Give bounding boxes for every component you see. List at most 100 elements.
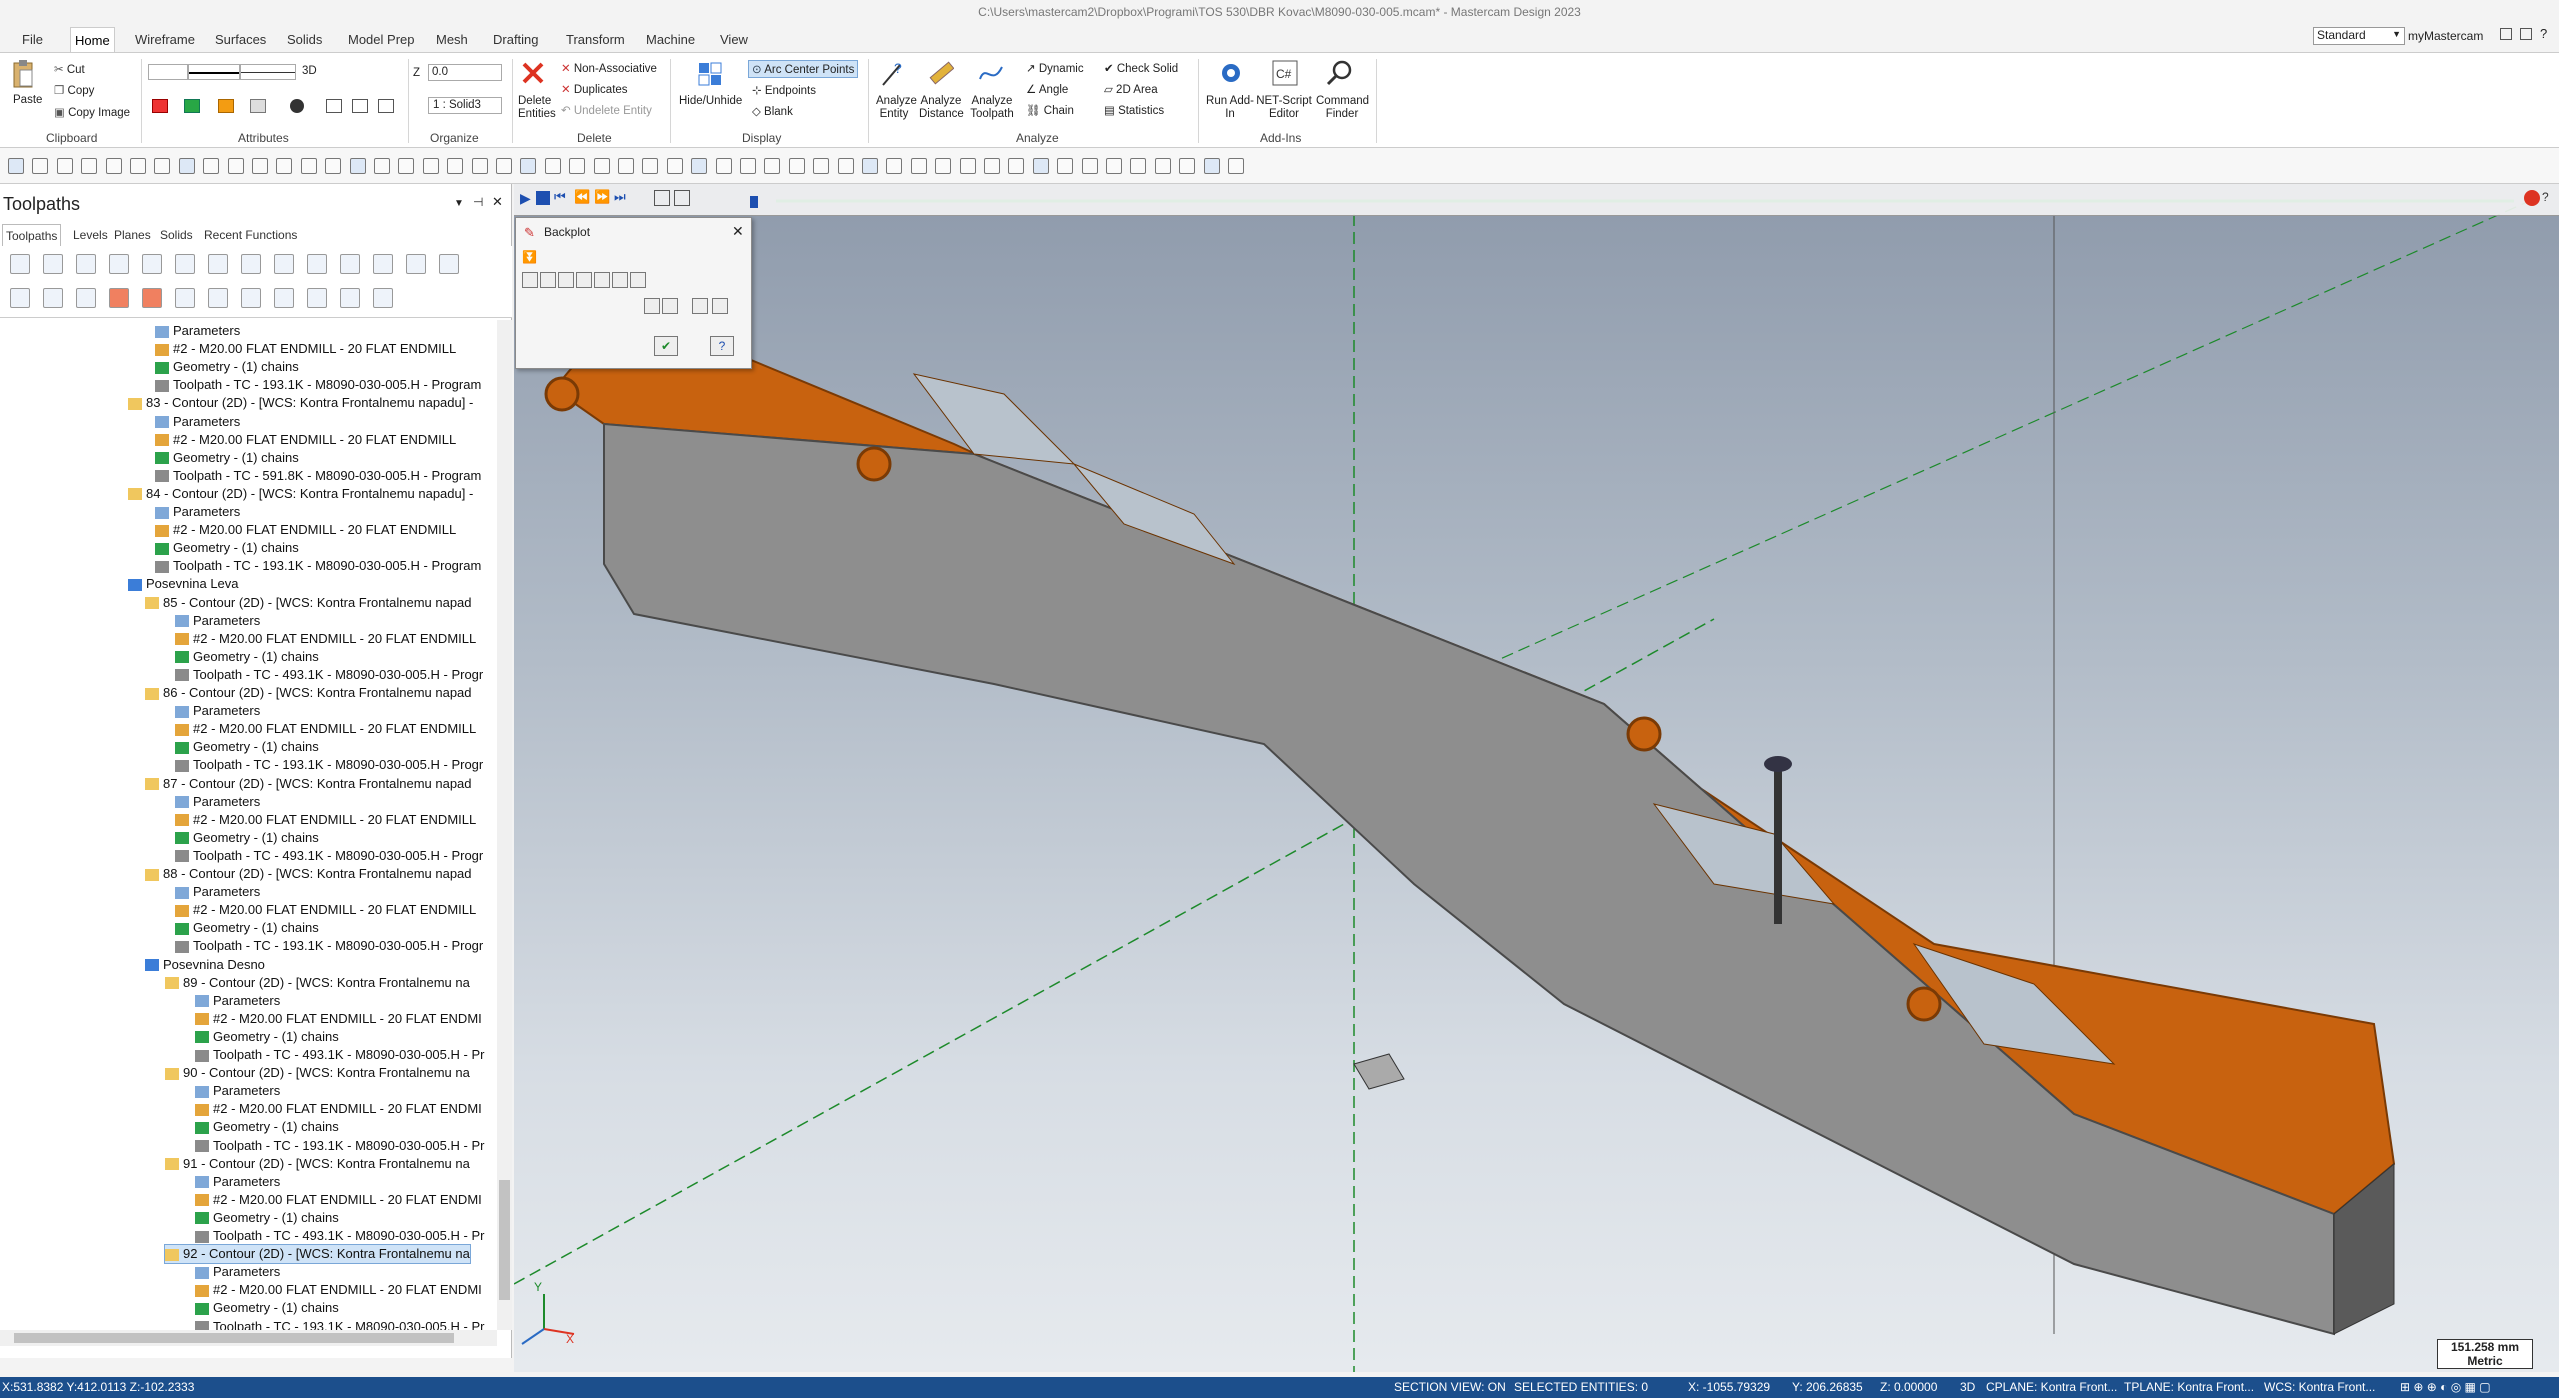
non-associative-button[interactable]: ✕ Non-Associative xyxy=(561,61,657,75)
expand-icon[interactable]: ⏬ xyxy=(522,250,537,264)
dropper-icon[interactable] xyxy=(378,99,394,113)
g1-icon[interactable] xyxy=(274,254,294,274)
spline-icon[interactable] xyxy=(325,158,342,174)
tree-item[interactable]: Parameters xyxy=(175,612,260,630)
display-entity-icon[interactable] xyxy=(594,272,610,288)
tab-solids[interactable]: Solids xyxy=(157,224,196,246)
arc-center-points-toggle[interactable]: ⊙ Arc Center Points xyxy=(748,60,859,78)
run-add-in-button[interactable]: Run Add-In xyxy=(1206,95,1254,121)
loft-icon[interactable] xyxy=(715,158,732,174)
tree-item[interactable]: Toolpath - TC - 493.1K - M8090-030-005.H… xyxy=(175,847,483,865)
tree-item[interactable]: Toolpath - TC - 193.1K - M8090-030-005.H… xyxy=(195,1137,484,1155)
display-holder-icon[interactable] xyxy=(558,272,574,288)
tree-item[interactable]: Toolpath - TC - 193.1K - M8090-030-005.H… xyxy=(155,376,481,394)
display-endpoints-icon[interactable] xyxy=(612,272,628,288)
tree-item[interactable]: Parameters xyxy=(155,503,240,521)
help-button[interactable]: ? xyxy=(710,336,734,356)
tree-horizontal-scrollbar[interactable] xyxy=(0,1330,497,1346)
duplicates-button[interactable]: ✕ Duplicates xyxy=(561,82,628,96)
help-icon[interactable] xyxy=(439,254,459,274)
display-mode-icon[interactable] xyxy=(522,272,538,288)
tree-item[interactable]: Parameters xyxy=(175,793,260,811)
analyze-distance-button[interactable]: Analyze Distance xyxy=(919,95,964,121)
tree-item[interactable]: #2 - M20.00 FLAT ENDMILL - 20 FLAT ENDMI xyxy=(195,1281,482,1299)
tree-item[interactable]: Parameters xyxy=(155,413,240,431)
toolpath-tree[interactable]: Parameters #2 - M20.00 FLAT ENDMILL - 20 … xyxy=(0,320,497,1330)
regenerate-dirty-icon[interactable] xyxy=(109,254,129,274)
tree-item[interactable]: Geometry - (1) chains xyxy=(195,1299,339,1317)
tree-item[interactable]: Geometry - (1) chains xyxy=(195,1118,339,1136)
tree-item[interactable]: #2 - M20.00 FLAT ENDMILL - 20 FLAT ENDMI xyxy=(195,1010,482,1028)
toolpath-operation[interactable]: 83 - Contour (2D) - [WCS: Kontra Frontal… xyxy=(128,394,473,412)
lock-icon[interactable] xyxy=(340,254,360,274)
move-down-icon[interactable] xyxy=(109,288,129,308)
tab-planes[interactable]: Planes xyxy=(111,224,154,246)
tree-item[interactable]: Geometry - (1) chains xyxy=(155,449,299,467)
chamfer-solid-icon[interactable] xyxy=(837,158,854,174)
feedback-icon[interactable] xyxy=(2500,28,2512,40)
mymastercam-link[interactable]: myMastercam xyxy=(2408,29,2483,43)
tree-item[interactable]: Parameters xyxy=(175,883,260,901)
point-color-icon[interactable] xyxy=(152,99,168,113)
translate-icon[interactable] xyxy=(520,158,537,174)
toolpath-operation[interactable]: 89 - Contour (2D) - [WCS: Kontra Frontal… xyxy=(165,974,470,992)
tree-item[interactable]: Geometry - (1) chains xyxy=(175,738,319,756)
post-icon[interactable] xyxy=(241,254,261,274)
copy-image-button[interactable]: ▣ Copy Image xyxy=(54,105,130,119)
backplot-icon[interactable] xyxy=(142,254,162,274)
wcs-indicator[interactable]: WCS: Kontra Front... xyxy=(2264,1377,2375,1398)
2d-area-button[interactable]: ▱ 2D Area xyxy=(1104,82,1158,96)
polygon-icon[interactable] xyxy=(300,158,317,174)
close-icon[interactable]: ✕ xyxy=(492,194,503,210)
view-mode[interactable]: 3D xyxy=(1960,1377,1975,1398)
tree-item[interactable]: #2 - M20.00 FLAT ENDMILL - 20 FLAT ENDMI… xyxy=(155,431,456,449)
tree-item[interactable]: Geometry - (1) chains xyxy=(175,648,319,666)
undelete-entity-button[interactable]: ↶ Undelete Entity xyxy=(561,103,652,117)
help-icon[interactable]: ? xyxy=(2540,26,2547,41)
tree-item[interactable]: #2 - M20.00 FLAT ENDMILL - 20 FLAT ENDMI… xyxy=(155,521,456,539)
mirror-icon[interactable] xyxy=(447,158,464,174)
dynamic-button[interactable]: ↗ Dynamic xyxy=(1026,61,1084,75)
ok-button[interactable]: ✔ xyxy=(654,336,678,356)
toolpath-operation[interactable]: 90 - Contour (2D) - [WCS: Kontra Frontal… xyxy=(165,1064,470,1082)
print-icon[interactable] xyxy=(81,158,98,174)
copy-button[interactable]: ❐ Copy xyxy=(54,83,94,97)
tree-item[interactable]: Parameters xyxy=(195,992,280,1010)
level-dropdown[interactable]: 1 : Solid3 xyxy=(428,97,502,114)
toolpath-group[interactable]: Posevnina Leva xyxy=(128,575,239,593)
boolean-icon[interactable] xyxy=(764,158,781,174)
tab-transform[interactable]: Transform xyxy=(562,27,629,52)
view-cube-icon[interactable]: ⊞ ⊕ ⊕ ◐ ◎ ▦ ▢ xyxy=(2400,1377,2491,1398)
ribbon-options-icon[interactable] xyxy=(2520,28,2532,40)
forward-icon[interactable]: ⏩ xyxy=(594,189,610,205)
break-icon[interactable] xyxy=(569,158,586,174)
rewind-icon[interactable]: ⏪ xyxy=(574,189,590,205)
stop-icon[interactable] xyxy=(536,191,550,205)
z-coordinate[interactable]: Z: 0.00000 xyxy=(1880,1377,1937,1398)
toolpath-operation[interactable]: 84 - Contour (2D) - [WCS: Kontra Frontal… xyxy=(128,485,473,503)
paste-button[interactable]: Paste xyxy=(13,94,42,106)
step-forward-icon[interactable]: ⏭ xyxy=(614,189,626,205)
view-icon[interactable] xyxy=(340,288,360,308)
line-icon[interactable] xyxy=(227,158,244,174)
scroll-thumb[interactable] xyxy=(499,1180,510,1300)
tab-toolpaths[interactable]: Toolpaths xyxy=(2,224,62,246)
save-icon[interactable] xyxy=(712,298,728,314)
ghost-icon[interactable] xyxy=(76,288,96,308)
trace-icon[interactable] xyxy=(662,298,678,314)
chevron-down-icon[interactable]: ▼ xyxy=(454,198,464,209)
point-icon[interactable] xyxy=(203,158,220,174)
tree-item[interactable]: Parameters xyxy=(195,1173,280,1191)
circle-icon[interactable] xyxy=(276,158,293,174)
undo-icon[interactable] xyxy=(154,158,171,174)
statistics-button[interactable]: ▤ Statistics xyxy=(1104,103,1164,117)
tree-item[interactable]: #2 - M20.00 FLAT ENDMILL - 20 FLAT ENDMI… xyxy=(175,811,476,829)
tree-item[interactable]: #2 - M20.00 FLAT ENDMILL - 20 FLAT ENDMI… xyxy=(155,340,456,358)
select-arrow-icon[interactable] xyxy=(241,288,261,308)
delete-entities-button[interactable]: Delete Entities xyxy=(518,95,556,121)
rotate-icon[interactable] xyxy=(471,158,488,174)
tree-item[interactable]: Geometry - (1) chains xyxy=(175,919,319,937)
trim-icon[interactable] xyxy=(349,158,366,174)
sphere-icon[interactable] xyxy=(290,99,304,113)
tab-home[interactable]: Home xyxy=(70,27,115,52)
